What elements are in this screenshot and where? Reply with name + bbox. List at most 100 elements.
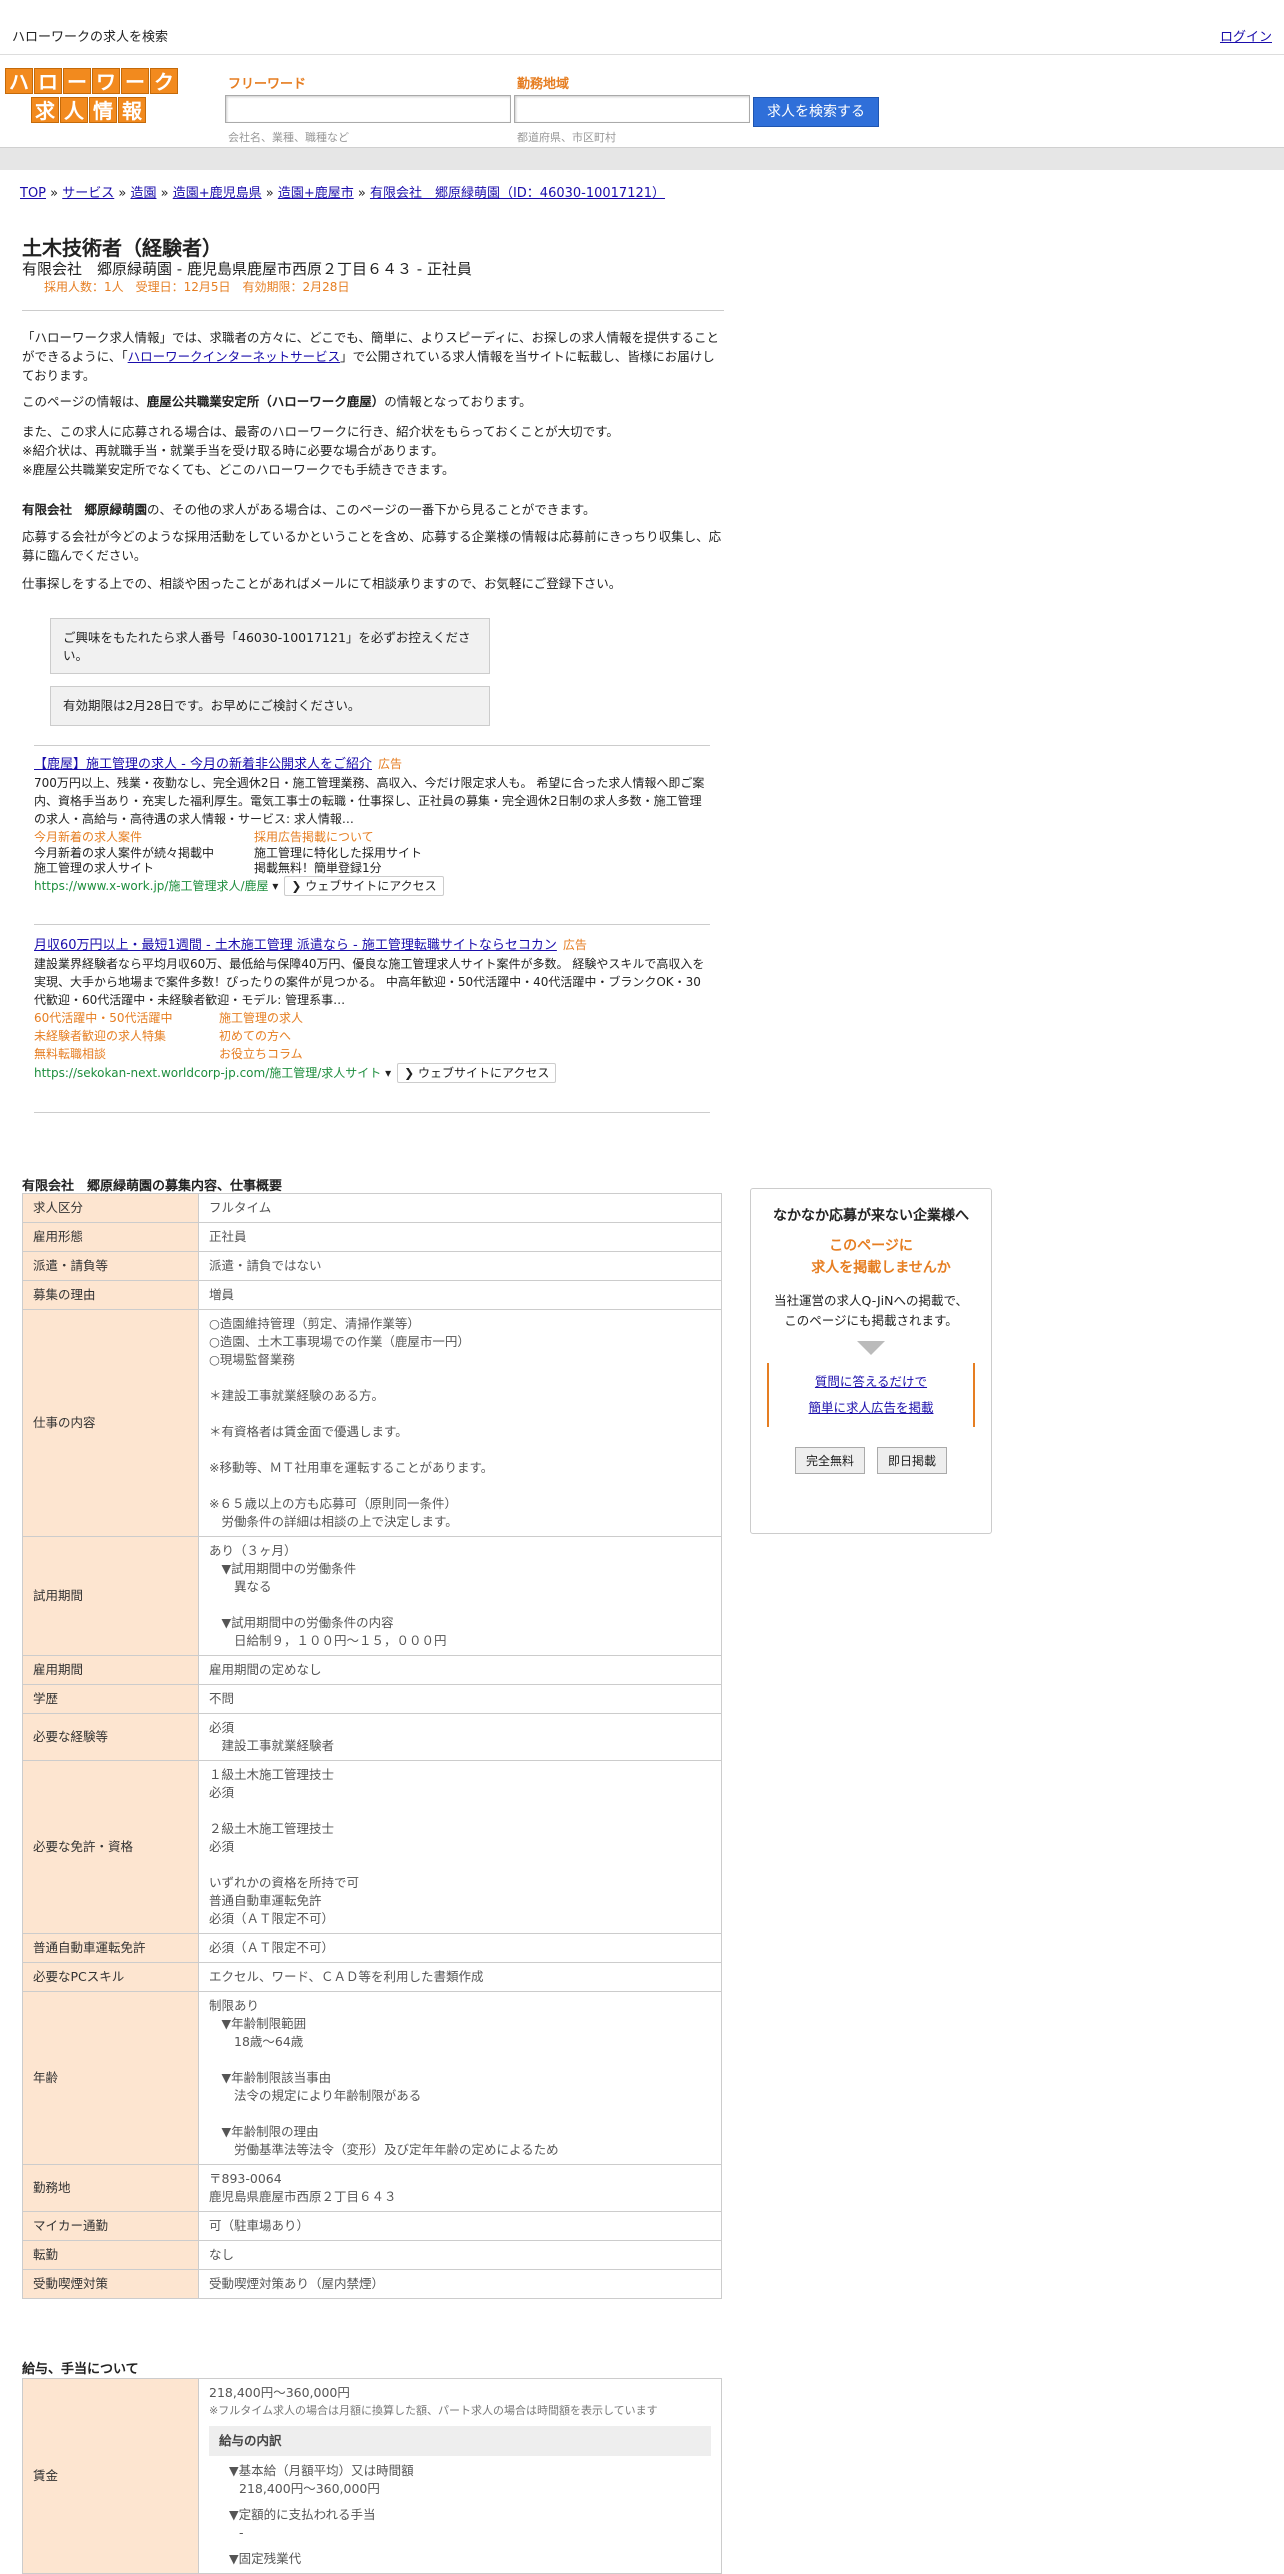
job-title: 土木技術者（経験者）	[22, 236, 222, 260]
row-value: 増員	[198, 1280, 722, 1310]
promo-link[interactable]: 簡単に求人広告を掲載	[808, 1400, 933, 1415]
table-row: 仕事の内容 ○造園維持管理（剪定、清掃作業等） ○造園、土木工事現場での作業（鹿屋…	[22, 1309, 722, 1537]
ad-description: 700万円以上、残業・夜勤なし、完全週休2日・施工管理業務、高収入、今だけ限定求…	[34, 776, 705, 826]
row-value: 必須（ＡＴ限定不可）	[198, 1933, 722, 1963]
row-key: 雇用形態	[22, 1222, 199, 1252]
ad-tag: 広告	[562, 938, 587, 952]
row-key: 必要な免許・資格	[22, 1760, 199, 1934]
promo-orange-line: 求人を掲載しませんか	[811, 1260, 951, 1276]
visit-website-button[interactable]: ❯ ウェブサイトにアクセス	[284, 876, 444, 896]
table-row: 必要なPCスキル エクセル、ワード、ＣＡＤ等を利用した書類作成	[22, 1962, 722, 1992]
row-value: 雇用期間の定めなし	[198, 1655, 722, 1685]
promo-desc: 当社運営の求人Q-JiNへの掲載で、 このページにも掲載されます。	[751, 1291, 991, 1331]
advice-paragraph: 応募する会社が今どのような採用活動をしているかということを含め、応募する企業様の…	[22, 529, 722, 563]
row-value: 〒893-0064 鹿児島県鹿屋市西原２丁目６４３	[198, 2164, 722, 2212]
source-office: 鹿屋公共職業安定所（ハローワーク鹿屋）	[146, 394, 385, 409]
area-input[interactable]	[514, 95, 750, 123]
ad-title[interactable]: 月収60万円以上・最短1週間 - 土木施工管理 派遣なら - 施工管理転職サイト…	[34, 938, 557, 953]
deadline-note: 有効期限は2月28日です。お早めにご検討ください。	[50, 686, 490, 726]
crumb-zouen[interactable]: 造園	[130, 186, 156, 201]
ad-sitelink[interactable]: 今月新着の求人案件	[34, 828, 254, 846]
table-row: 必要な免許・資格 １級土木施工管理技士 必須 ２級土木施工管理技士 必須 いずれか…	[22, 1760, 722, 1934]
row-key: 普通自動車運転免許	[22, 1933, 199, 1963]
salary-item: ▼固定残業代	[229, 2551, 302, 2566]
other-jobs-text: の、その他の求人がある場合は、このページの一番下から見ることができます。	[147, 502, 596, 517]
table-row: 派遣・請負等 派遣・請負ではない	[22, 1251, 722, 1281]
ad-sitelink[interactable]: 採用広告掲載について	[254, 828, 374, 846]
search-button[interactable]: 求人を検索する	[753, 97, 879, 127]
intro-paragraph: 「ハローワーク求人情報」では、求職者の方々に、どこでも、簡単に、よりスピーディに…	[22, 328, 722, 385]
ad-sitelink[interactable]: 施工管理の求人	[219, 1009, 303, 1027]
crumb-pref[interactable]: 造園+鹿児島県	[173, 186, 262, 201]
header: ハローワーク 求人情報 フリーワード 会社名、業種、職種など 勤務地域 都道府県…	[0, 55, 1284, 147]
row-key: 必要な経験等	[22, 1713, 199, 1761]
salary-note: ※フルタイム求人の場合は月額に換算した額、パート求人の場合は時間額を表示していま…	[209, 2404, 658, 2417]
ad-title[interactable]: 【鹿屋】施工管理の求人 - 今月の新着非公開求人をご紹介	[34, 757, 372, 772]
table-row: 必要な経験等 必須 建設工事就業経験者	[22, 1713, 722, 1761]
promo-link-box: 質問に答えるだけで 簡単に求人広告を掲載	[767, 1363, 975, 1427]
referral-paragraph: また、この求人に応募される場合は、最寄のハローワークに行き、紹介状をもらっておく…	[22, 424, 619, 477]
row-value: 可（駐車場あり）	[198, 2211, 722, 2241]
down-arrow-icon	[857, 1341, 885, 1355]
table-row: 勤務地 〒893-0064 鹿児島県鹿屋市西原２丁目６４３	[22, 2164, 722, 2212]
logo-char: 情	[89, 97, 117, 123]
row-value: １級土木施工管理技士 必須 ２級土木施工管理技士 必須 いずれかの資格を所持で可…	[198, 1760, 722, 1934]
logo-char: ー	[63, 68, 91, 94]
crumb-service[interactable]: サービス	[62, 186, 114, 201]
row-value: なし	[198, 2240, 722, 2270]
company-name: 有限会社 郷原緑萌園	[22, 502, 148, 517]
ad-url[interactable]: https://sekokan-next.worldcorp-jp.com/施工…	[34, 1066, 381, 1080]
job-number-note: ご興味をもたれたら求人番号「46030-10017121」を必ずお控えください。	[50, 618, 490, 674]
dropdown-icon[interactable]: ▾	[272, 879, 278, 893]
table-row: 賃金 218,400円〜360,000円 ※フルタイム求人の場合は月額に換算した…	[22, 2378, 722, 2574]
promo-link[interactable]: 質問に答えるだけで	[815, 1374, 927, 1389]
ad-separator	[34, 745, 710, 746]
table-row: 雇用形態 正社員	[22, 1222, 722, 1252]
dropdown-icon[interactable]: ▾	[385, 1066, 391, 1080]
source-text: の情報となっております。	[384, 394, 532, 409]
contact-paragraph: 仕事探しをする上での、相談や困ったことがあればメールにて相談承りますので、お気軽…	[22, 576, 622, 591]
row-value: 制限あり ▼年齢制限範囲 18歳～64歳 ▼年齢制限該当事由 法令の規定により年…	[198, 1991, 722, 2165]
salary-item-value: 218,400円〜360,000円	[239, 2481, 380, 2496]
row-key: 年齢	[22, 1991, 199, 2165]
row-value: フルタイム	[198, 1193, 722, 1223]
login-link[interactable]: ログイン	[1220, 26, 1272, 45]
visit-website-button[interactable]: ❯ ウェブサイトにアクセス	[397, 1063, 557, 1083]
job-info-table: 求人区分 フルタイム 雇用形態 正社員 派遣・請負等 派遣・請負ではない 募集の理由 増員 仕事…	[22, 1193, 722, 2299]
job-meta: 採用人数：1人 受理日：12月5日 有効期限：2月28日	[44, 280, 350, 294]
row-key: 賃金	[22, 2378, 199, 2574]
row-key: 求人区分	[22, 1193, 199, 1223]
hellowork-logo[interactable]: ハローワーク 求人情報	[5, 68, 181, 124]
top-bar: ハローワークの求人を検索 ログイン	[0, 0, 1284, 55]
table-row: マイカー通勤 可（駐車場あり）	[22, 2211, 722, 2241]
crumb-top[interactable]: TOP	[20, 186, 46, 201]
ad-sitelink[interactable]: 未経験者歓迎の求人特集	[34, 1027, 219, 1045]
same-day-button[interactable]: 即日掲載	[877, 1447, 948, 1474]
ad-tag: 広告	[377, 757, 402, 771]
promo-heading: なかなか応募が来ない企業様へ	[773, 1208, 969, 1224]
other-jobs-paragraph: 有限会社 郷原緑萌園の、その他の求人がある場合は、このページの一番下から見ること…	[22, 500, 722, 519]
crumb-company[interactable]: 有限会社 郷原緑萌園（ID：46030-10017121）	[370, 186, 665, 201]
ad-sitelink[interactable]: 60代活躍中・50代活躍中	[34, 1009, 219, 1027]
ad-sitelink[interactable]: お役立ちコラム	[219, 1045, 303, 1063]
row-value: あり（３ヶ月） ▼試用期間中の労働条件 異なる ▼試用期間中の労働条件の内容 日…	[198, 1536, 722, 1656]
source-paragraph: このページの情報は、鹿屋公共職業安定所（ハローワーク鹿屋）の情報となっております…	[22, 392, 722, 411]
row-value: 正社員	[198, 1222, 722, 1252]
logo-char: 人	[60, 97, 88, 123]
source-text: このページの情報は、	[22, 394, 147, 409]
row-key: マイカー通勤	[22, 2211, 199, 2241]
divider	[22, 310, 724, 311]
row-value: エクセル、ワード、ＣＡＤ等を利用した書類作成	[198, 1962, 722, 1992]
breadcrumb: TOP » サービス » 造園 » 造園+鹿児島県 » 造園+鹿屋市 » 有限会…	[20, 186, 666, 201]
hellowork-internet-link[interactable]: ハローワークインターネットサービス	[128, 349, 341, 364]
ad-separator	[34, 924, 710, 925]
free-button[interactable]: 完全無料	[794, 1447, 865, 1474]
keyword-input[interactable]	[225, 95, 511, 123]
row-value: ○造園維持管理（剪定、清掃作業等） ○造園、土木工事現場での作業（鹿屋市一円） …	[198, 1309, 722, 1537]
crumb-city[interactable]: 造園+鹿屋市	[278, 186, 354, 201]
ad-url[interactable]: https://www.x-work.jp/施工管理求人/鹿屋	[34, 879, 269, 893]
ad-sitelink[interactable]: 無料転職相談	[34, 1045, 219, 1063]
row-value: 218,400円〜360,000円 ※フルタイム求人の場合は月額に換算した額、パ…	[198, 2378, 722, 2574]
ad-sitelink[interactable]: 初めての方へ	[219, 1027, 291, 1045]
site-tagline: ハローワークの求人を検索	[12, 30, 169, 45]
